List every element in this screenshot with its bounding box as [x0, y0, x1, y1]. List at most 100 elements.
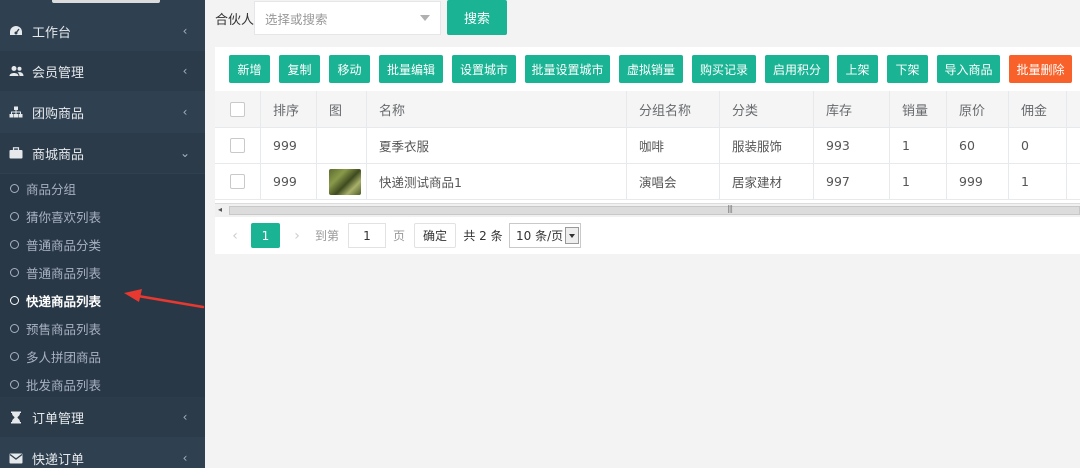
take-off-shelf-button[interactable]: 下架: [887, 55, 928, 83]
cell-commission: 1: [1009, 164, 1067, 199]
column-header-price[interactable]: 原价: [947, 91, 1009, 127]
horizontal-scrollbar[interactable]: ◂ |||: [215, 203, 1080, 217]
purchase-records-button[interactable]: 购买记录: [692, 55, 756, 83]
cell-sort: 999: [261, 128, 317, 163]
cell-stock: 997: [814, 164, 890, 199]
hourglass-icon: [8, 409, 24, 425]
chevron-left-icon: ‹: [182, 105, 188, 119]
page-unit-label: 页: [392, 229, 405, 243]
submenu-item-wholesale-products[interactable]: 批发商品列表: [0, 370, 205, 398]
column-header-stock[interactable]: 库存: [814, 91, 890, 127]
cell-name: 夏季衣服: [367, 128, 627, 163]
circle-icon: [10, 295, 19, 305]
submenu-item-label: 普通商品分类: [26, 237, 102, 253]
pagination: ‹ 1 › 到第 1 页 确定 共 2 条 10 条/页: [215, 223, 1080, 248]
caret-down-icon: [420, 15, 430, 21]
batch-edit-button[interactable]: 批量编辑: [379, 55, 443, 83]
sitemap-icon: [8, 104, 24, 120]
circle-icon: [10, 351, 19, 361]
row-checkbox[interactable]: [230, 138, 245, 153]
search-button[interactable]: 搜索: [447, 0, 507, 35]
current-page-button[interactable]: 1: [251, 223, 280, 248]
column-header-image[interactable]: 图: [317, 91, 367, 127]
submenu-item-label: 预售商品列表: [26, 321, 102, 337]
submenu-item-normal-products[interactable]: 普通商品列表: [0, 258, 205, 286]
sidebar-item-label: 会员管理: [32, 65, 85, 81]
goto-confirm-button[interactable]: 确定: [414, 223, 456, 248]
submenu-item-group-buying[interactable]: 多人拼团商品: [0, 342, 205, 370]
circle-icon: [10, 267, 19, 277]
circle-icon: [10, 183, 19, 193]
table-row[interactable]: 999 夏季衣服 咖啡 服装服饰 993 1 60 0: [215, 128, 1080, 164]
circle-icon: [10, 239, 19, 249]
scrollbar-thumb[interactable]: [229, 206, 1080, 215]
partner-select-placeholder: 选择或搜索: [265, 11, 328, 27]
cell-sales: 1: [890, 128, 947, 163]
select-all-checkbox[interactable]: [230, 101, 245, 117]
page-size-value: 10 条/页: [516, 229, 564, 243]
chevron-left-icon: ‹: [182, 64, 188, 78]
cell-image: [317, 164, 367, 199]
sidebar-item-express-orders[interactable]: 快递订单 ‹: [0, 438, 205, 468]
add-button[interactable]: 新增: [229, 55, 270, 83]
table-row[interactable]: 999 快递测试商品1 演唱会 居家建材 997 1 999 1: [215, 164, 1080, 200]
goto-page-input[interactable]: 1: [348, 223, 386, 248]
page-size-select[interactable]: 10 条/页: [509, 223, 581, 248]
cell-group: 咖啡: [627, 128, 720, 163]
column-header-overflow: [1067, 91, 1080, 127]
column-header-category[interactable]: 分类: [720, 91, 814, 127]
product-thumbnail[interactable]: [329, 168, 361, 195]
sidebar-item-label: 工作台: [32, 25, 72, 41]
dropdown-arrow-icon[interactable]: [565, 227, 579, 244]
submenu-item-label: 商品分组: [26, 181, 77, 197]
column-header-sales[interactable]: 销量: [890, 91, 947, 127]
submenu-mall-products: 商品分组 猜你喜欢列表 普通商品分类 普通商品列表 快递商品列表 预售商品列表 …: [0, 174, 205, 397]
submenu-item-normal-categories[interactable]: 普通商品分类: [0, 230, 205, 258]
submenu-item-express-products[interactable]: 快递商品列表: [0, 286, 205, 314]
import-products-button[interactable]: 导入商品: [937, 55, 1000, 83]
column-header-group[interactable]: 分组名称: [627, 91, 720, 127]
cell-overflow: [1067, 164, 1080, 199]
scroll-left-arrow-icon[interactable]: ◂: [218, 205, 222, 214]
sidebar-item-mall-products[interactable]: 商城商品 ⌄: [0, 133, 205, 173]
sidebar-item-label: 团购商品: [32, 106, 85, 122]
batch-set-city-button[interactable]: 批量设置城市: [525, 55, 610, 83]
cell-image: [317, 128, 367, 163]
briefcase-icon: [8, 145, 24, 161]
submenu-item-label: 多人拼团商品: [26, 349, 102, 365]
row-select-cell: [215, 128, 261, 163]
sidebar-item-label: 快递订单: [32, 452, 85, 468]
scrollbar-grip-icon: |||: [727, 204, 733, 213]
list-on-shelf-button[interactable]: 上架: [837, 55, 878, 83]
enable-points-button[interactable]: 启用积分: [765, 55, 829, 83]
batch-delete-button[interactable]: 批量删除: [1009, 55, 1072, 83]
row-checkbox[interactable]: [230, 174, 245, 189]
circle-icon: [10, 323, 19, 333]
move-button[interactable]: 移动: [329, 55, 370, 83]
submenu-item-guess-you-like[interactable]: 猜你喜欢列表: [0, 202, 205, 230]
column-header-commission[interactable]: 佣金: [1009, 91, 1067, 127]
sidebar-item-workbench[interactable]: 工作台 ‹: [0, 11, 205, 51]
set-city-button[interactable]: 设置城市: [452, 55, 516, 83]
submenu-item-product-groups[interactable]: 商品分组: [0, 174, 205, 202]
cell-overflow: [1067, 128, 1080, 163]
sidebar-item-members[interactable]: 会员管理 ‹: [0, 51, 205, 91]
row-select-cell: [215, 164, 261, 199]
cell-price: 60: [947, 128, 1009, 163]
submenu-item-presale-products[interactable]: 预售商品列表: [0, 314, 205, 342]
sidebar-item-label: 商城商品: [32, 147, 85, 163]
column-header-name[interactable]: 名称: [367, 91, 627, 127]
chevron-left-icon: ‹: [182, 410, 188, 424]
virtual-sales-button[interactable]: 虚拟销量: [619, 55, 683, 83]
column-header-sort[interactable]: 排序: [261, 91, 317, 127]
sidebar-item-orders[interactable]: 订单管理 ‹: [0, 397, 205, 437]
goto-label: 到第: [314, 229, 339, 243]
envelope-icon: [8, 450, 24, 466]
next-page-button[interactable]: ›: [287, 223, 307, 248]
prev-page-button[interactable]: ‹: [225, 223, 245, 248]
circle-icon: [10, 379, 19, 389]
sidebar-item-group-buy[interactable]: 团购商品 ‹: [0, 92, 205, 132]
copy-button[interactable]: 复制: [279, 55, 320, 83]
partner-select[interactable]: 选择或搜索: [254, 1, 441, 35]
table-header-row: 排序 图 名称 分组名称 分类 库存 销量 原价 佣金: [215, 91, 1080, 128]
